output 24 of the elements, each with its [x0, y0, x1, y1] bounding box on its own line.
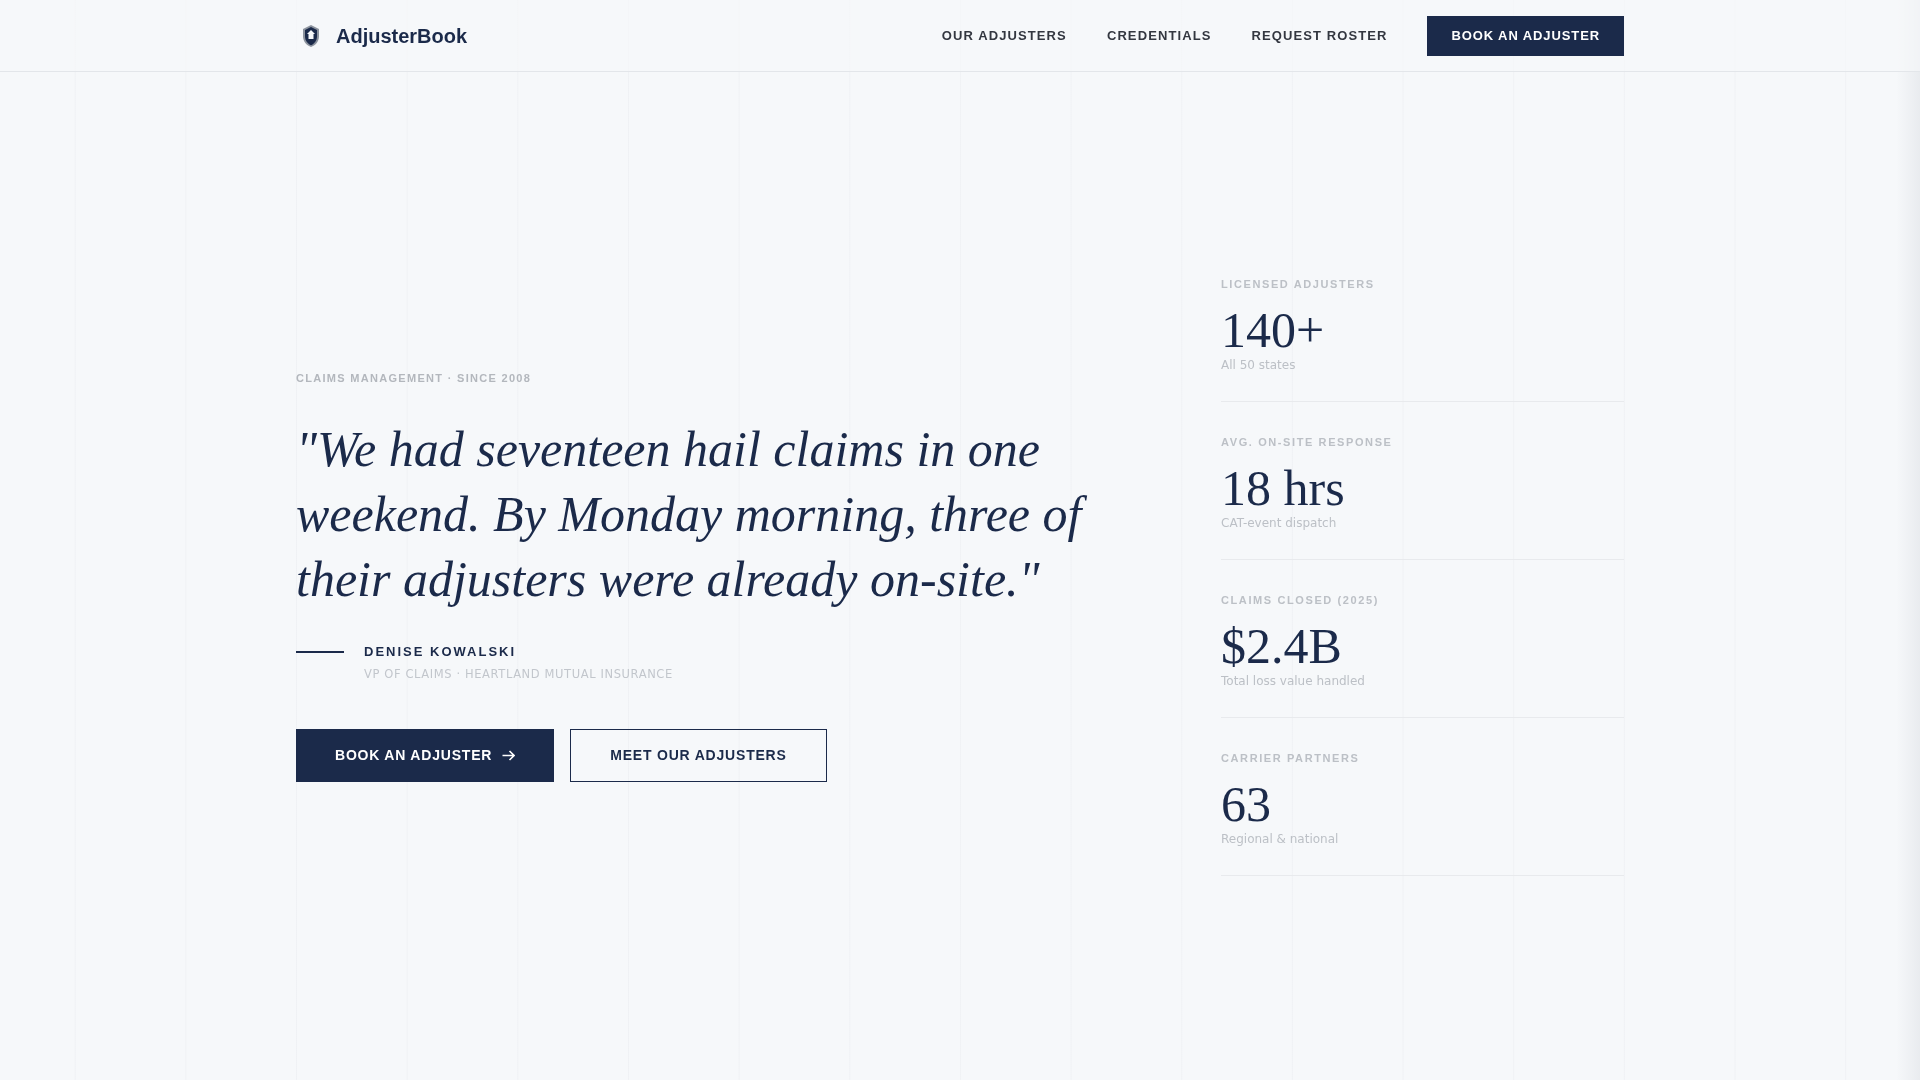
- nav-link[interactable]: REQUEST ROSTER: [1251, 25, 1388, 46]
- stat-note: All 50 states: [1221, 358, 1296, 372]
- stat-label: AVG. ON-SITE RESPONSE: [1221, 435, 1393, 449]
- shield-icon: [302, 23, 320, 48]
- book-adjuster-button[interactable]: BOOK AN ADJUSTER: [1427, 15, 1624, 56]
- book-adjuster-button[interactable]: BOOK AN ADJUSTER: [296, 728, 555, 782]
- nav-link[interactable]: CREDENTIALS: [1106, 25, 1212, 46]
- testimonial-quote: "We had seventeen hail claims in one weekend. By Monday morning, three of their adjusters were already on-site.": [296, 416, 1116, 612]
- stat-label: CLAIMS CLOSED (2025): [1221, 593, 1379, 607]
- meet-adjusters-button[interactable]: MEET OUR ADJUSTERS: [570, 728, 827, 782]
- author-name: DENISE KOWALSKI: [364, 643, 517, 660]
- stat-note: Regional & national: [1221, 832, 1339, 846]
- stat-note: CAT-event dispatch: [1221, 516, 1337, 530]
- stat-value: 140+: [1221, 302, 1325, 358]
- stat-label: CARRIER PARTNERS: [1221, 751, 1360, 765]
- arrow-right-icon: [502, 749, 516, 761]
- stat-value: 18 hrs: [1221, 460, 1345, 516]
- brand-link[interactable]: AdjusterBook: [296, 20, 468, 51]
- nav-link[interactable]: OUR ADJUSTERS: [941, 25, 1067, 46]
- eyebrow-text: CLAIMS MANAGEMENT · SINCE 2008: [296, 370, 532, 385]
- stat-value: $2.4B: [1221, 618, 1342, 674]
- stat-value: 63: [1221, 776, 1271, 832]
- stat-label: LICENSED ADJUSTERS: [1221, 277, 1375, 291]
- stat-note: Total loss value handled: [1221, 674, 1365, 688]
